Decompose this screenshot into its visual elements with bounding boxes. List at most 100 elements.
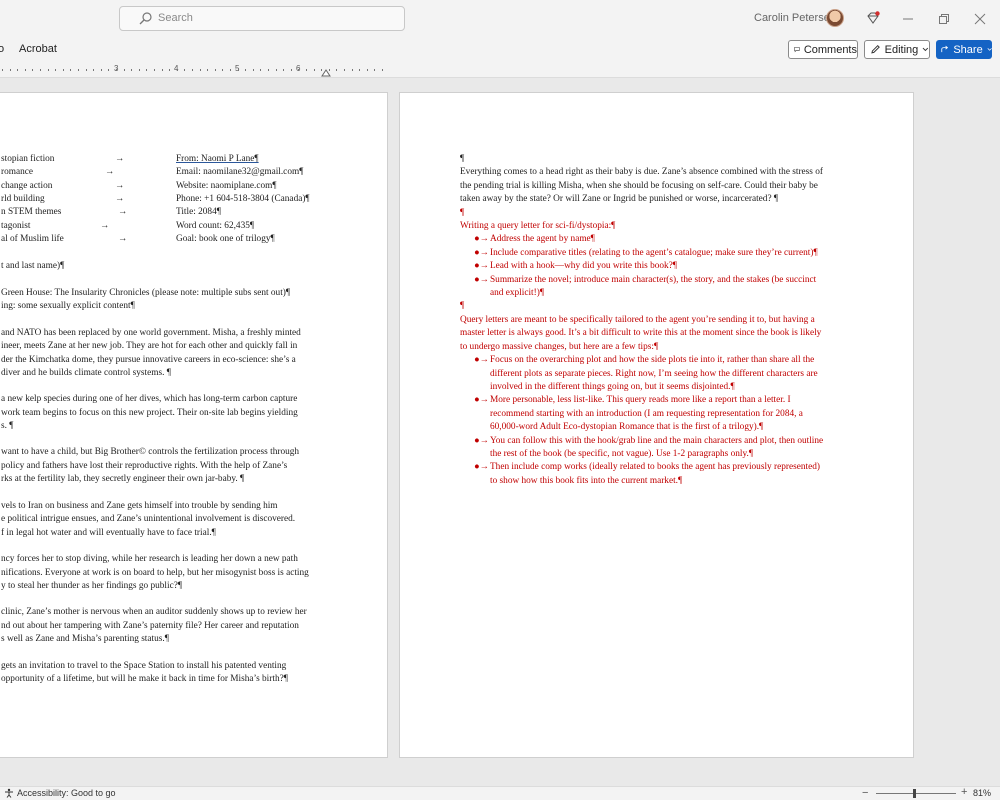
bullet-arrow: ●→ — [474, 261, 489, 272]
body-line: clinic, Zane’s mother is nervous when an… — [1, 607, 307, 617]
document-page-1[interactable]: stopian fiction → From: Naomi P Lane¶ ro… — [0, 92, 388, 758]
editing-mode-button[interactable]: Editing — [864, 40, 930, 59]
contact-line: Website: naomiplane.com¶ — [176, 181, 277, 191]
body-line: a new kelp species during one of her div… — [1, 394, 298, 404]
list-item: ●→ Focus on the overarching plot and how… — [460, 354, 857, 394]
search-icon — [139, 12, 152, 25]
ruler-tick — [86, 69, 87, 71]
list-item-line: recommend starting with an introduction … — [490, 408, 803, 419]
tips-list-1: ●→ Address the agent by name¶ ●→ Include… — [460, 233, 857, 300]
body-line: taken away by the state? Or will Zane or… — [460, 194, 779, 205]
ruler-tick — [382, 69, 383, 71]
synopsis-genre-line: rld building — [1, 194, 45, 204]
synopsis-genre-line: tagonist — [1, 221, 31, 231]
document-canvas[interactable]: stopian fiction → From: Naomi P Lane¶ ro… — [0, 78, 1000, 786]
restore-icon — [939, 14, 949, 24]
body-line: policy and fathers have lost their repro… — [1, 461, 288, 471]
ruler-tick — [139, 69, 140, 71]
horizontal-ruler[interactable]: 3 4 5 6 — [0, 62, 1000, 78]
tab-arrow: → — [115, 154, 125, 164]
ruler-tick — [116, 69, 117, 71]
ruler-tick — [260, 69, 261, 71]
ruler-tick — [169, 69, 170, 71]
contact-line: Email: naomilane32@gmail.com¶ — [176, 167, 304, 177]
body-line: nifications. Everyone at work is on boar… — [1, 568, 309, 578]
ruler-tick — [63, 69, 64, 71]
list-item-line: Then include comp works (ideally related… — [490, 462, 820, 473]
chevron-down-icon — [987, 48, 992, 51]
search-box[interactable]: Search — [119, 6, 405, 31]
ruler-tick — [162, 69, 163, 71]
list-item: ●→ Include comparative titles (relating … — [460, 247, 857, 260]
tab-acrobat[interactable]: Acrobat — [19, 43, 57, 55]
ruler-tick — [146, 69, 147, 71]
page-2-text: ¶ Everything comes to a head right as th… — [460, 153, 857, 488]
body-line: to undergo massive changes, but here are… — [460, 341, 659, 352]
bullet-arrow: ●→ — [474, 355, 489, 366]
ruler-tick — [177, 69, 178, 71]
share-button[interactable]: Share — [936, 40, 992, 59]
body-line: f in legal hot water and will eventually… — [1, 528, 216, 538]
body-line: the pending trial is killing Misha, when… — [460, 180, 818, 191]
body-line: opportunity of a lifetime, but will he m… — [1, 674, 288, 684]
zoom-slider-thumb[interactable] — [913, 789, 916, 798]
list-item: ●→ Lead with a hook—why did you write th… — [460, 260, 857, 273]
zoom-out-button[interactable]: − — [862, 787, 868, 799]
body-line: and NATO has been replaced by one world … — [1, 328, 301, 338]
restore-button[interactable] — [929, 8, 959, 30]
contact-from: From: Naomi P Lane¶ — [176, 154, 259, 164]
ruler-tick — [2, 69, 3, 71]
list-item: ●→ Then include comp works (ideally rela… — [460, 461, 857, 488]
title-bar: Search Carolin Petersen — [0, 0, 1000, 38]
body-line: vels to Iran on business and Zane gets h… — [1, 501, 278, 511]
synopsis-genre-line: change action — [1, 181, 53, 191]
ruler-tick — [93, 69, 94, 71]
tab-arrow: → — [115, 194, 125, 204]
ruler-tick — [17, 69, 18, 71]
document-page-2[interactable]: ¶ Everything comes to a head right as th… — [399, 92, 914, 758]
list-item: ●→ Address the agent by name¶ — [460, 233, 857, 246]
tab-partial[interactable]: o — [0, 43, 4, 55]
ruler-tick — [207, 69, 208, 71]
contact-line: Goal: book one of trilogy¶ — [176, 234, 275, 244]
editing-label: Editing — [884, 43, 919, 56]
list-item-line: the rest of the book (be specific, not v… — [490, 448, 754, 459]
ruler-tick — [238, 69, 239, 71]
contact-line: Title: 2084¶ — [176, 207, 221, 217]
body-line: Query letters are meant to be specifical… — [460, 314, 815, 325]
synopsis-genre-line: n STEM themes — [1, 207, 62, 217]
close-button[interactable] — [965, 8, 995, 30]
accessibility-icon — [5, 788, 13, 798]
zoom-level[interactable]: 81% — [973, 788, 991, 798]
ruler-tick — [40, 69, 41, 71]
zoom-in-button[interactable]: + — [961, 786, 967, 798]
body-line: rks at the fertility lab, they secretly … — [1, 474, 245, 484]
list-item-line: More personable, less list-like. This qu… — [490, 395, 791, 406]
ruler-tick — [222, 69, 223, 71]
list-item-line: Summarize the novel; introduce main char… — [490, 274, 817, 285]
pilcrow: ¶ — [460, 207, 465, 218]
tab-arrow: → — [118, 234, 128, 244]
premium-diamond-icon[interactable] — [866, 11, 880, 25]
ruler-tick — [306, 69, 307, 71]
bullet-arrow: ●→ — [474, 395, 489, 406]
list-item-line: Focus on the overarching plot and how th… — [490, 355, 815, 366]
ruler-tick — [367, 69, 368, 71]
accessibility-status[interactable]: Accessibility: Good to go — [4, 788, 116, 798]
ruler-tick — [291, 69, 292, 71]
ruler-tick — [283, 69, 284, 71]
list-item-line: and explicit!)¶ — [490, 288, 545, 299]
ruler-tick — [154, 69, 155, 71]
minimize-button[interactable] — [893, 8, 923, 30]
avatar[interactable] — [826, 9, 844, 27]
body-line: master letter is always good. It’s a bit… — [460, 328, 822, 339]
ruler-tick — [329, 69, 330, 71]
user-name[interactable]: Carolin Petersen — [754, 12, 836, 24]
status-bar: Accessibility: Good to go − + 81% — [0, 786, 1000, 800]
comments-button[interactable]: Comments — [788, 40, 858, 59]
comment-icon — [794, 47, 800, 53]
bullet-arrow: ●→ — [474, 274, 489, 285]
bullet-arrow: ●→ — [474, 435, 489, 446]
zoom-slider[interactable] — [876, 793, 956, 794]
tab-arrow: → — [105, 167, 115, 177]
